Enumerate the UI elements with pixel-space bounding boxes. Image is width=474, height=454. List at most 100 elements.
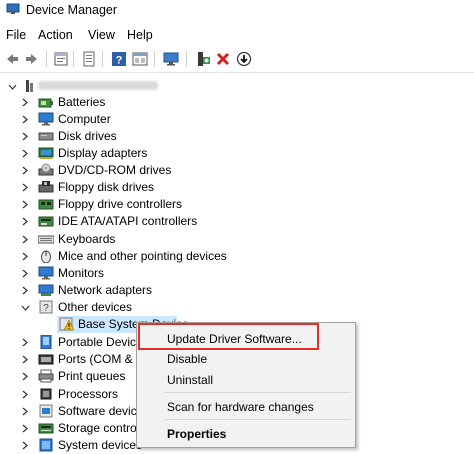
chevron-right-icon[interactable] <box>20 145 30 162</box>
help-icon[interactable]: ? <box>110 50 127 67</box>
tree-category-item[interactable]: Disk drives <box>0 128 474 145</box>
back-arrow-icon[interactable] <box>3 50 20 67</box>
dvd-drive-icon <box>38 163 54 176</box>
chevron-right-icon[interactable] <box>20 248 30 265</box>
processor-icon <box>40 388 52 400</box>
toolbar-separator <box>186 51 187 67</box>
uninstall-x-icon[interactable] <box>214 50 231 67</box>
computer-name-redacted <box>38 81 158 90</box>
tree-category-item[interactable]: Display adapters <box>0 145 474 162</box>
menu-disable[interactable]: Disable <box>167 352 207 366</box>
show-hide-tree-icon[interactable] <box>80 50 97 67</box>
tree-category-item[interactable]: Mice and other pointing devices <box>0 248 474 265</box>
properties-sheet-icon[interactable] <box>52 50 69 67</box>
update-driver-icon[interactable] <box>235 50 252 67</box>
chevron-right-icon[interactable] <box>20 231 30 248</box>
chevron-right-icon[interactable] <box>20 403 30 420</box>
chevron-right-icon[interactable] <box>20 94 30 111</box>
view-details-icon[interactable] <box>131 50 148 67</box>
window-title: Device Manager <box>26 3 118 17</box>
toolbar: ? <box>0 46 474 73</box>
tree-item-label: Floppy drive controllers <box>58 197 183 211</box>
storage-controller-icon <box>38 423 54 434</box>
chevron-down-icon[interactable] <box>7 78 17 95</box>
tree-item-label: DVD/CD-ROM drives <box>58 163 172 177</box>
chevron-right-icon[interactable] <box>20 162 30 179</box>
tree-item-label: Network adapters <box>58 283 153 297</box>
tree-item-label: Mice and other pointing devices <box>58 249 227 263</box>
tree-category-item[interactable]: Network adapters <box>0 282 474 299</box>
tree-category-item[interactable]: Monitors <box>0 265 474 282</box>
keyboard-icon <box>38 235 54 244</box>
tree-item-label: IDE ATA/ATAPI controllers <box>58 214 198 228</box>
tree-category-item[interactable]: Computer <box>0 111 474 128</box>
menu-separator <box>165 419 351 420</box>
floppy-controller-icon <box>38 199 54 210</box>
system-device-icon <box>39 438 53 452</box>
tree-category-item[interactable]: Batteries <box>0 94 474 111</box>
device-manager-app-icon <box>6 3 20 14</box>
tree-item-label: Disk drives <box>58 129 117 143</box>
chevron-right-icon[interactable] <box>20 265 30 282</box>
chevron-right-icon[interactable] <box>20 179 30 196</box>
chevron-right-icon[interactable] <box>20 368 30 385</box>
toolbar-separator <box>46 51 47 67</box>
chevron-right-icon[interactable] <box>20 437 30 454</box>
ide-controller-icon <box>38 216 54 227</box>
tree-item-label: Monitors <box>58 266 105 280</box>
computer-root-icon <box>26 80 33 92</box>
disk-drive-icon <box>38 132 54 141</box>
monitor-scan-icon[interactable] <box>162 50 179 67</box>
software-device-icon <box>39 404 53 418</box>
menu-action[interactable]: Action <box>38 28 73 42</box>
chevron-right-icon[interactable] <box>20 351 30 368</box>
tree-category-item[interactable]: Keyboards <box>0 231 474 248</box>
tree-item-label: Computer <box>58 112 111 126</box>
tree-category-item[interactable]: Floppy disk drives <box>0 179 474 196</box>
chevron-right-icon[interactable] <box>20 111 30 128</box>
chevron-right-icon[interactable] <box>20 282 30 299</box>
tree-item-label: Processors <box>58 387 119 401</box>
other-devices-icon: ? <box>39 300 53 314</box>
menu-properties[interactable]: Properties <box>167 427 226 441</box>
add-driver-icon[interactable] <box>194 50 211 67</box>
tree-category-item[interactable]: ? Other devices <box>0 299 474 316</box>
tree-item-label: Keyboards <box>58 232 116 246</box>
menu-help[interactable]: Help <box>127 28 153 42</box>
display-adapter-icon <box>38 147 54 159</box>
svg-text:?: ? <box>43 303 49 314</box>
menu-file[interactable]: File <box>6 28 26 42</box>
red-highlight-outline <box>138 323 319 350</box>
chevron-right-icon[interactable] <box>20 386 30 403</box>
menu-separator <box>165 392 351 393</box>
toolbar-separator <box>102 51 103 67</box>
monitor-icon <box>38 266 54 280</box>
chevron-right-icon[interactable] <box>20 334 30 351</box>
chevron-right-icon[interactable] <box>20 420 30 437</box>
port-icon <box>38 354 54 365</box>
menu-scan-hardware-changes[interactable]: Scan for hardware changes <box>167 400 314 414</box>
chevron-down-icon[interactable] <box>20 299 30 316</box>
portable-device-icon <box>40 335 52 349</box>
tree-item-label: Other devices <box>58 300 133 314</box>
tree-category-item[interactable]: DVD/CD-ROM drives <box>0 162 474 179</box>
menu-view[interactable]: View <box>88 28 115 42</box>
floppy-disk-icon <box>38 181 54 193</box>
tree-item-label: Print queues <box>58 369 126 383</box>
forward-arrow-icon[interactable] <box>23 50 40 67</box>
tree-category-item[interactable]: Floppy drive controllers <box>0 196 474 213</box>
title-bar: Device Manager <box>0 0 474 22</box>
menu-uninstall[interactable]: Uninstall <box>167 373 213 387</box>
tree-item-label: Floppy disk drives <box>58 180 155 194</box>
warning-device-icon <box>59 317 74 331</box>
svg-text:?: ? <box>115 54 122 66</box>
toolbar-separator <box>154 51 155 67</box>
tree-item-label: Display adapters <box>58 146 148 160</box>
chevron-right-icon[interactable] <box>20 213 30 230</box>
chevron-right-icon[interactable] <box>20 196 30 213</box>
mouse-icon <box>41 250 51 263</box>
tree-category-item[interactable]: IDE ATA/ATAPI controllers <box>0 213 474 230</box>
computer-icon <box>38 112 54 126</box>
chevron-right-icon[interactable] <box>20 128 30 145</box>
tree-item-label: System devices <box>58 438 143 452</box>
